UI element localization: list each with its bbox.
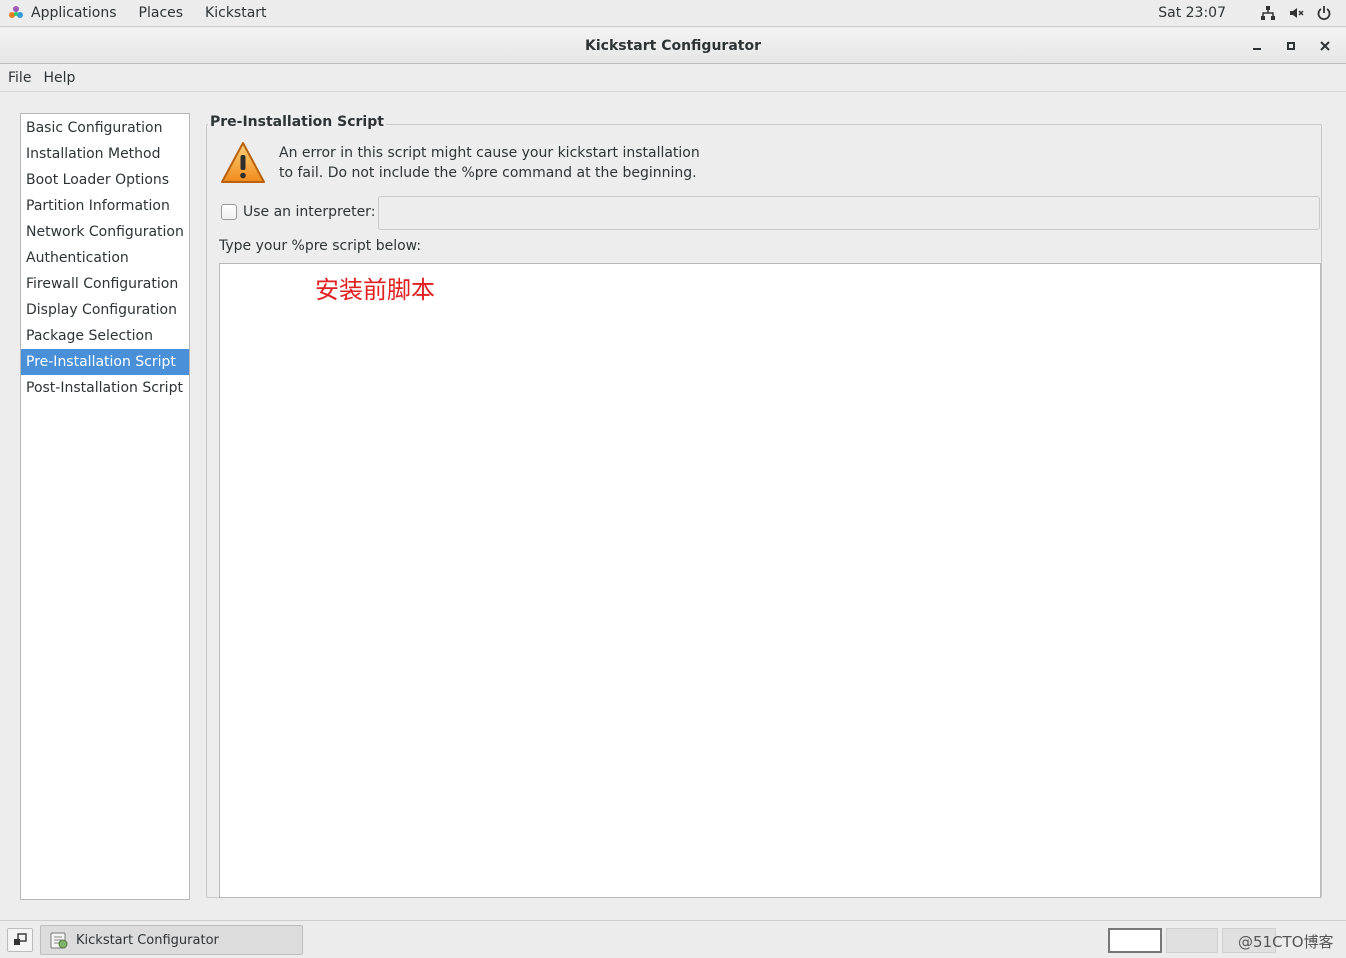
frame-title: Pre-Installation Script <box>208 114 386 130</box>
watermark: @51CTO博客 <box>1238 933 1334 951</box>
interpreter-label[interactable]: Use an interpreter: <box>243 204 375 220</box>
volume-muted-icon[interactable] <box>1288 5 1304 21</box>
top-panel-menus: Applications Places Kickstart <box>0 0 278 26</box>
interpreter-input[interactable] <box>378 196 1320 230</box>
interpreter-option[interactable]: Use an interpreter: <box>221 196 375 228</box>
applications-logo-icon <box>9 6 23 18</box>
clock[interactable]: Sat 23:07 <box>1158 5 1226 21</box>
kickstart-menu[interactable]: Kickstart <box>194 0 277 26</box>
close-icon[interactable] <box>1312 33 1338 59</box>
annotation-text: 安装前脚本 <box>315 276 435 304</box>
workspace-1[interactable] <box>1108 928 1162 953</box>
script-label: Type your %pre script below: <box>219 238 422 254</box>
file-menu[interactable]: File <box>2 70 37 86</box>
section-list: Basic Configuration Installation Method … <box>20 113 190 900</box>
sidebar-item-pre-installation-script[interactable]: Pre-Installation Script <box>21 349 189 375</box>
applications-menu[interactable]: Applications <box>0 0 128 26</box>
sidebar-item-boot-loader-options[interactable]: Boot Loader Options <box>21 167 189 193</box>
warning-icon <box>221 142 265 183</box>
sidebar-item-firewall-configuration[interactable]: Firewall Configuration <box>21 271 189 297</box>
menubar: File Help <box>0 65 1346 92</box>
applications-label: Applications <box>31 5 117 21</box>
warning-line-1: An error in this script might cause your… <box>279 145 700 161</box>
window-controls <box>1236 28 1338 64</box>
kickstart-app-icon <box>50 932 68 949</box>
power-icon[interactable] <box>1316 5 1332 21</box>
window-titlebar[interactable]: Kickstart Configurator <box>0 28 1346 64</box>
sidebar-item-authentication[interactable]: Authentication <box>21 245 189 271</box>
sidebar-item-package-selection[interactable]: Package Selection <box>21 323 189 349</box>
warning-message: An error in this script might cause your… <box>279 143 700 183</box>
pre-script-textarea[interactable] <box>219 263 1321 898</box>
interpreter-checkbox[interactable] <box>221 204 237 220</box>
places-menu[interactable]: Places <box>128 0 195 26</box>
sidebar-item-basic-configuration[interactable]: Basic Configuration <box>21 115 189 141</box>
taskbar-window-label: Kickstart Configurator <box>76 932 219 948</box>
top-panel: Applications Places Kickstart Sat 23:07 <box>0 0 1346 27</box>
sidebar-item-display-configuration[interactable]: Display Configuration <box>21 297 189 323</box>
warning-line-2: to fail. Do not include the %pre command… <box>279 165 697 181</box>
minimize-icon[interactable] <box>1244 33 1270 59</box>
maximize-icon[interactable] <box>1278 33 1304 59</box>
show-desktop-icon[interactable] <box>7 928 33 952</box>
sidebar-item-post-installation-script[interactable]: Post-Installation Script <box>21 375 189 401</box>
bottom-taskbar: Kickstart Configurator @51CTO博客 <box>0 920 1346 958</box>
window-title: Kickstart Configurator <box>585 37 761 54</box>
network-icon[interactable] <box>1260 5 1276 21</box>
sidebar-item-installation-method[interactable]: Installation Method <box>21 141 189 167</box>
sidebar-item-partition-information[interactable]: Partition Information <box>21 193 189 219</box>
workspace-2[interactable] <box>1166 928 1218 953</box>
taskbar-window-button[interactable]: Kickstart Configurator <box>40 925 303 955</box>
top-panel-status: Sat 23:07 <box>1158 0 1346 26</box>
help-menu[interactable]: Help <box>37 70 81 86</box>
sidebar-item-network-configuration[interactable]: Network Configuration <box>21 219 189 245</box>
